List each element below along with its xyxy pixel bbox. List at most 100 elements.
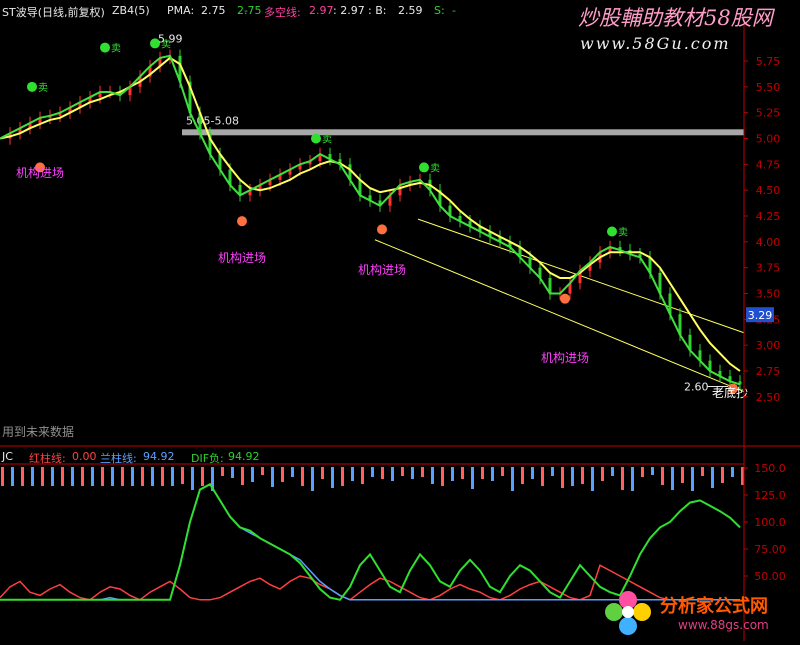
histogram-bar bbox=[701, 467, 704, 476]
sub-series-line bbox=[0, 483, 740, 601]
histogram-bar bbox=[331, 467, 334, 488]
stock-name: ST波导(日线,前复权) bbox=[2, 6, 105, 19]
sell-label: 卖 bbox=[322, 134, 332, 146]
sub-series-line bbox=[0, 482, 741, 601]
histogram-bar bbox=[91, 467, 94, 486]
histogram-bar bbox=[1, 467, 4, 486]
y-tick-label: 2.50 bbox=[756, 391, 781, 404]
histogram-bar bbox=[631, 467, 634, 491]
multi-label: 多空线: bbox=[264, 6, 301, 19]
y-tick-label: 5.00 bbox=[756, 133, 781, 146]
histogram-bar bbox=[21, 467, 24, 486]
histogram-bar bbox=[611, 467, 614, 476]
sub-y-tick-label: 50.00 bbox=[754, 570, 786, 583]
histogram-bar bbox=[151, 467, 154, 486]
histogram-bar bbox=[381, 467, 384, 479]
dif-label: DIF负: bbox=[191, 452, 224, 465]
y-tick-label: 5.75 bbox=[756, 55, 781, 68]
histogram-bar bbox=[671, 467, 674, 490]
sell-marker bbox=[311, 133, 321, 144]
red-label: 红柱线: bbox=[29, 452, 66, 465]
b-value: 2.59 bbox=[398, 4, 423, 17]
histogram-bar bbox=[491, 467, 494, 481]
sell-marker bbox=[419, 162, 429, 173]
histogram-bar bbox=[231, 467, 234, 478]
histogram-bar bbox=[401, 467, 404, 476]
buy-signal-label: 机构进场 bbox=[358, 262, 406, 277]
indicator-name: ZB4(5) bbox=[112, 4, 150, 17]
histogram-bar bbox=[441, 467, 444, 486]
buy-signal-label: 机构进场 bbox=[218, 250, 266, 265]
buy-signal-label: 机构进场 bbox=[16, 165, 64, 180]
histogram-bar bbox=[451, 467, 454, 481]
pma-value: 2.75 bbox=[201, 4, 226, 17]
y-tick-label: 4.50 bbox=[756, 184, 781, 197]
stock-chart[interactable]: 5.05-5.08 机构进场机构进场机构进场机构进场卖卖 卖卖卖卖5.992.60… bbox=[0, 0, 800, 641]
sell-label: 卖 bbox=[430, 162, 440, 174]
future-data-note: 用到未来数据 bbox=[2, 424, 74, 439]
histogram-bar bbox=[341, 467, 344, 486]
colon-value: : 2.97 bbox=[333, 4, 365, 17]
sub-name: JC bbox=[2, 450, 13, 463]
b-label: : B: bbox=[368, 4, 387, 17]
y-tick-label: 4.25 bbox=[756, 210, 781, 223]
histogram-bar bbox=[571, 467, 574, 486]
histogram-bar bbox=[591, 467, 594, 491]
buy-signal-label: 机构进场 bbox=[541, 350, 589, 365]
y-tick-label: 2.75 bbox=[756, 365, 781, 378]
current-price-label: 3.29 bbox=[748, 309, 773, 322]
histogram-bar bbox=[621, 467, 624, 490]
buy-marker bbox=[560, 293, 570, 304]
histogram-bar bbox=[281, 467, 284, 482]
histogram-bar bbox=[471, 467, 474, 489]
multi-value: 2.97 bbox=[309, 4, 334, 17]
histogram-bar bbox=[51, 467, 54, 486]
histogram-bar bbox=[31, 467, 34, 486]
logo-url: www.88gs.com bbox=[678, 618, 769, 632]
sell-label: 卖 bbox=[618, 227, 628, 239]
histogram-bar bbox=[531, 467, 534, 479]
histogram-bar bbox=[601, 467, 604, 481]
histogram-bar bbox=[391, 467, 394, 481]
histogram-bar bbox=[121, 467, 124, 486]
histogram-bar bbox=[221, 467, 224, 476]
site-logo[interactable]: 分析家公式网 www.88gs.com bbox=[600, 584, 800, 641]
pma-label: PMA: bbox=[167, 4, 195, 17]
histogram-bar bbox=[201, 467, 204, 486]
dif-value: 94.92 bbox=[228, 450, 260, 463]
histogram-bar bbox=[301, 467, 304, 486]
histogram-bar bbox=[361, 467, 364, 484]
y-tick-label: 5.25 bbox=[756, 107, 781, 120]
y-tick-label: 3.75 bbox=[756, 262, 781, 275]
histogram-bar bbox=[321, 467, 324, 479]
histogram-bar bbox=[711, 467, 714, 488]
s-label: S: bbox=[434, 4, 445, 17]
histogram-bar bbox=[141, 467, 144, 486]
histogram-bar bbox=[251, 467, 254, 482]
histogram-bar bbox=[541, 467, 544, 486]
y-tick-label: 5.50 bbox=[756, 81, 781, 94]
s-value: - bbox=[452, 4, 456, 17]
histogram-bar bbox=[111, 467, 114, 486]
sell-marker bbox=[607, 226, 617, 237]
histogram-bar bbox=[501, 467, 504, 476]
histogram-bar bbox=[11, 467, 14, 486]
histogram-bar bbox=[641, 467, 644, 477]
low-price-label: 2.60 bbox=[684, 381, 709, 394]
histogram-bar bbox=[71, 467, 74, 486]
pma2-value: 2.75 bbox=[237, 4, 262, 17]
sell-label: 卖 bbox=[111, 43, 121, 55]
histogram-bar bbox=[431, 467, 434, 484]
histogram-bar bbox=[731, 467, 734, 477]
histogram-bar bbox=[521, 467, 524, 484]
watermark-url: www.58Gu.com bbox=[580, 34, 731, 53]
buy-marker bbox=[237, 216, 247, 227]
histogram-bar bbox=[421, 467, 424, 477]
bottom-signal-label: 老底抄 bbox=[712, 385, 748, 400]
histogram-bar bbox=[371, 467, 374, 477]
series-line-pma bbox=[0, 54, 741, 386]
histogram-bar bbox=[651, 467, 654, 475]
histogram-bar bbox=[131, 467, 134, 486]
buy-marker bbox=[377, 224, 387, 235]
sub-y-tick-label: 75.00 bbox=[754, 543, 786, 556]
